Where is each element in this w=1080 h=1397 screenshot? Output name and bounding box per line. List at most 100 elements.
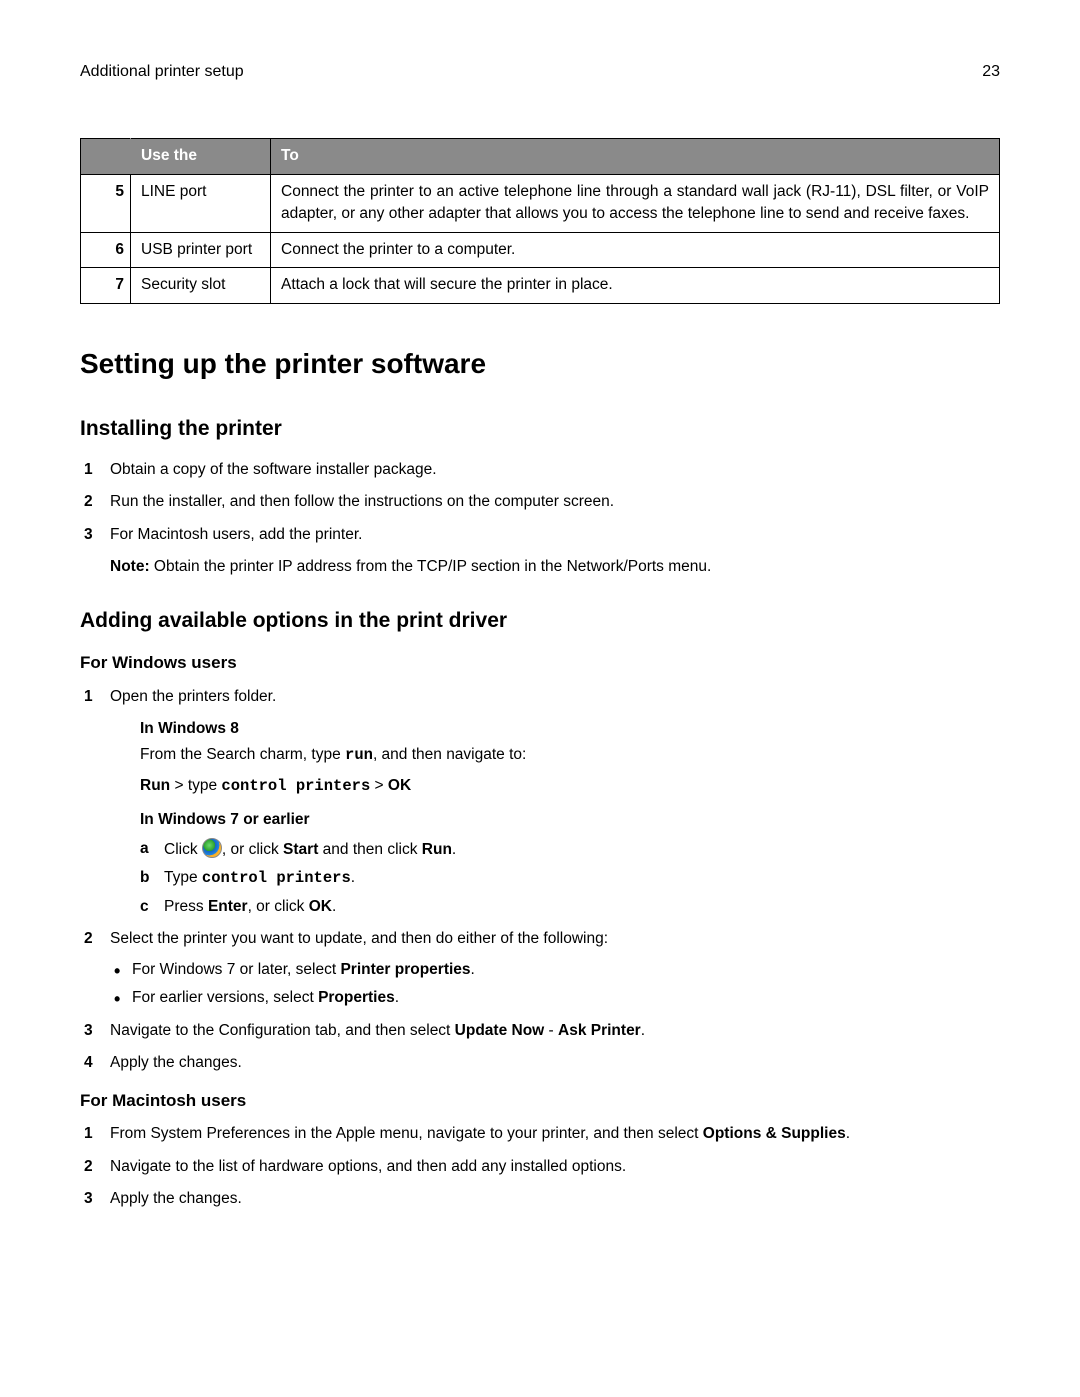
step-marker: 3: [84, 1188, 93, 1210]
run-bold: Run: [140, 777, 170, 794]
step-marker: 1: [84, 1123, 93, 1145]
page-header: Additional printer setup 23: [80, 60, 1000, 83]
text: From the Search charm, type: [140, 746, 345, 763]
win7-heading: In Windows 7 or earlier: [140, 809, 1000, 831]
text: .: [471, 961, 475, 978]
heading-for-windows: For Windows users: [80, 651, 1000, 676]
run-bold: Run: [422, 841, 452, 858]
row-use: LINE port: [131, 174, 271, 232]
text: .: [351, 869, 355, 886]
enter-bold: Enter: [208, 898, 248, 915]
update-now-bold: Update Now: [455, 1022, 545, 1039]
win8-heading: In Windows 8: [140, 718, 1000, 740]
row-to: Connect the printer to a computer.: [271, 232, 1000, 267]
text: .: [332, 898, 336, 915]
row-to: Connect the printer to an active telepho…: [271, 174, 1000, 232]
header-section-title: Additional printer setup: [80, 60, 244, 83]
win8-runline: Run > type control printers > OK: [140, 775, 1000, 797]
text: .: [846, 1125, 850, 1142]
code-run: run: [345, 746, 373, 764]
list-item: 1 Obtain a copy of the software installe…: [80, 459, 1000, 481]
heading-setting-up-software: Setting up the printer software: [80, 344, 1000, 385]
list-item: 3 For Macintosh users, add the printer. …: [80, 524, 1000, 579]
text: For earlier versions, select: [132, 989, 318, 1006]
list-item: 4 Apply the changes.: [80, 1052, 1000, 1074]
note-line: Note: Obtain the printer IP address from…: [110, 556, 1000, 578]
start-bold: Start: [283, 841, 318, 858]
step-text: Obtain a copy of the software installer …: [110, 461, 437, 478]
code-control-printers: control printers: [202, 869, 351, 887]
list-item: c Press Enter, or click OK.: [140, 896, 1000, 918]
heading-installing-printer: Installing the printer: [80, 414, 1000, 444]
step-text: For Macintosh users, add the printer.: [110, 526, 362, 543]
table-header-use: Use the: [131, 139, 271, 174]
text: .: [641, 1022, 645, 1039]
win8-line: From the Search charm, type run, and the…: [140, 744, 1000, 766]
table-row: 5 LINE port Connect the printer to an ac…: [81, 174, 1000, 232]
step-marker: 2: [84, 1156, 93, 1178]
ask-printer-bold: Ask Printer: [558, 1022, 641, 1039]
step-marker: 3: [84, 1020, 93, 1042]
text: Navigate to the Configuration tab, and t…: [110, 1022, 455, 1039]
step-text: Run the installer, and then follow the i…: [110, 493, 614, 510]
text: Press: [164, 898, 208, 915]
step-marker: 3: [84, 524, 93, 546]
list-item: 2 Run the installer, and then follow the…: [80, 491, 1000, 513]
table-header-blank: [81, 139, 131, 174]
list-item: 2 Navigate to the list of hardware optio…: [80, 1156, 1000, 1178]
list-item: 2 Select the printer you want to update,…: [80, 928, 1000, 1009]
text: , or click: [248, 898, 309, 915]
row-num: 6: [81, 232, 131, 267]
text: and then click: [318, 841, 421, 858]
table-header-row: Use the To: [81, 139, 1000, 174]
gt: >: [370, 777, 388, 794]
list-item: a Click , or click Start and then click …: [140, 838, 1000, 861]
gt: >: [170, 777, 188, 794]
table-header-to: To: [271, 139, 1000, 174]
code-control-printers: control printers: [221, 777, 370, 795]
alpha-marker: b: [140, 867, 149, 889]
install-steps: 1 Obtain a copy of the software installe…: [80, 459, 1000, 579]
ok-bold: OK: [309, 898, 332, 915]
row-num: 5: [81, 174, 131, 232]
step-marker: 2: [84, 928, 93, 950]
ok-bold: OK: [388, 777, 411, 794]
printer-properties-bold: Printer properties: [340, 961, 470, 978]
table-row: 6 USB printer port Connect the printer t…: [81, 232, 1000, 267]
type-word: type: [188, 777, 222, 794]
windows-steps: 1 Open the printers folder. In Windows 8…: [80, 686, 1000, 1075]
text: .: [395, 989, 399, 1006]
heading-adding-options: Adding available options in the print dr…: [80, 606, 1000, 636]
text: .: [452, 841, 456, 858]
text: Click: [164, 841, 202, 858]
list-item: For Windows 7 or later, select Printer p…: [110, 959, 1000, 981]
list-item: 1 Open the printers folder. In Windows 8…: [80, 686, 1000, 919]
table-row: 7 Security slot Attach a lock that will …: [81, 268, 1000, 303]
options-supplies-bold: Options & Supplies: [703, 1125, 846, 1142]
step-marker: 1: [84, 459, 93, 481]
step-marker: 4: [84, 1052, 93, 1074]
list-item: 3 Navigate to the Configuration tab, and…: [80, 1020, 1000, 1042]
note-label: Note:: [110, 558, 150, 575]
alpha-marker: c: [140, 896, 149, 918]
dash: ‑: [544, 1022, 558, 1039]
list-item: 1 From System Preferences in the Apple m…: [80, 1123, 1000, 1145]
step-marker: 2: [84, 491, 93, 513]
alpha-marker: a: [140, 838, 149, 860]
list-item: 3 Apply the changes.: [80, 1188, 1000, 1210]
row-use: Security slot: [131, 268, 271, 303]
row-num: 7: [81, 268, 131, 303]
step-text: Navigate to the list of hardware options…: [110, 1158, 626, 1175]
step-text: Apply the changes.: [110, 1054, 242, 1071]
step-marker: 1: [84, 686, 93, 708]
step-text: Open the printers folder.: [110, 688, 276, 705]
page-number: 23: [982, 60, 1000, 83]
list-item: For earlier versions, select Properties.: [110, 987, 1000, 1009]
text: , and then navigate to:: [373, 746, 526, 763]
heading-for-macintosh: For Macintosh users: [80, 1089, 1000, 1114]
windows8-block: In Windows 8 From the Search charm, type…: [140, 718, 1000, 918]
windows-start-icon: [202, 838, 222, 858]
note-text: Obtain the printer IP address from the T…: [150, 558, 712, 575]
row-to: Attach a lock that will secure the print…: [271, 268, 1000, 303]
select-bullets: For Windows 7 or later, select Printer p…: [110, 959, 1000, 1010]
